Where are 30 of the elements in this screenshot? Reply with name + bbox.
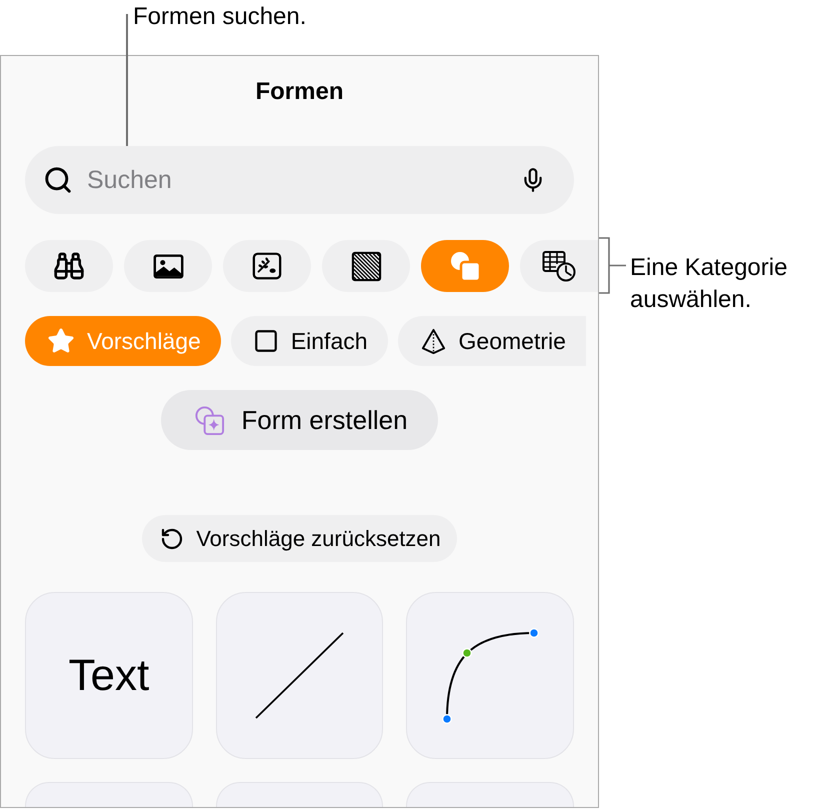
pyramid-icon	[420, 328, 447, 354]
filter-chip[interactable]: Einfach	[230, 316, 388, 366]
curve-icon	[442, 628, 539, 724]
binoculars-icon	[53, 250, 85, 282]
leaf-picture-icon	[252, 251, 282, 281]
shape-sparkle-icon	[194, 404, 226, 436]
diagonal-line-icon	[254, 632, 344, 719]
reset-suggestions-button[interactable]: Vorschläge zurücksetzen	[142, 515, 457, 562]
shape-tile[interactable]	[406, 782, 574, 807]
search-icon	[43, 165, 73, 195]
category-button[interactable]	[520, 240, 598, 292]
callout-text: Eine Kategorie auswählen.	[630, 253, 788, 315]
shape-tile[interactable]	[216, 782, 384, 807]
search-field[interactable]: Suchen	[25, 146, 574, 214]
line-shape-tile[interactable]	[216, 592, 384, 759]
table-clock-icon	[542, 250, 576, 282]
star-icon	[47, 327, 75, 355]
callout-text: Formen suchen.	[133, 2, 306, 32]
filter-chip[interactable]: Geometrie	[398, 316, 586, 366]
hatched-square-icon	[350, 250, 382, 282]
overlapping-shapes-icon	[449, 250, 481, 282]
square-icon	[252, 328, 279, 354]
panel-title: Formen	[254, 77, 344, 107]
shape-tile[interactable]	[25, 782, 193, 807]
curve-shape-tile[interactable]	[406, 592, 574, 759]
reset-icon	[160, 526, 184, 550]
create-shape-button[interactable]: Form erstellen	[161, 390, 438, 450]
bracket-leader-line	[599, 237, 626, 294]
photo-icon	[152, 254, 184, 278]
text-shape-tile[interactable]: Text	[25, 592, 193, 759]
